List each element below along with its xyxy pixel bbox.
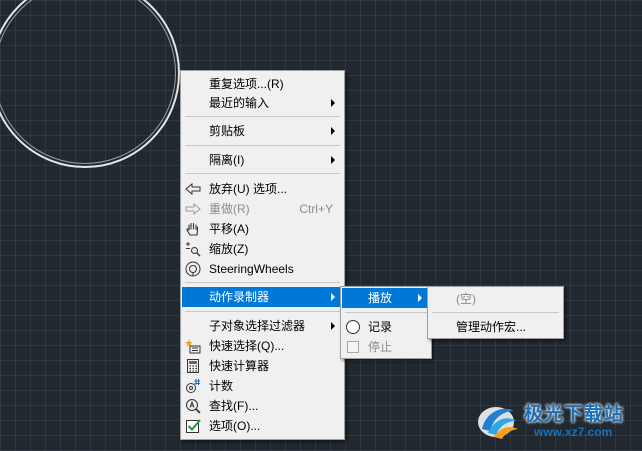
menu-item-label: 快速选择(Q)...	[209, 339, 285, 353]
menu-item-label: 缩放(Z)	[209, 242, 249, 256]
watermark-title: 极光下载站	[524, 403, 625, 425]
quick-select-icon	[185, 338, 201, 354]
menu-separator	[185, 282, 340, 283]
menu-item-label: 重复选项...(R)	[209, 77, 284, 91]
menu-separator	[345, 312, 427, 313]
menu-item-repeat-options[interactable]: 重复选项...(R)	[182, 74, 343, 94]
menu-item-label: 快速计算器	[209, 359, 270, 373]
menu-item-zoom[interactable]: 缩放(Z)	[182, 239, 343, 259]
action-recorder-submenu: 播放 记录 停止	[340, 286, 432, 359]
menu-item-label: 选项(O)...	[209, 419, 261, 433]
drawing-circle[interactable]	[0, 0, 180, 168]
menu-item-label: SteeringWheels	[209, 262, 294, 276]
menu-item-pan[interactable]: 平移(A)	[182, 219, 343, 239]
menu-item-label: 计数	[209, 379, 234, 393]
menu-item-action-recorder[interactable]: 动作录制器	[182, 287, 343, 307]
menu-item-label: 查找(F)...	[209, 399, 259, 413]
stop-square-icon	[345, 339, 361, 355]
menu-item-label: 放弃(U) 选项...	[209, 182, 287, 196]
aurora-logo-icon	[478, 407, 518, 439]
watermark: 极光下载站 www.xz7.com	[474, 397, 636, 445]
menu-item-shortcut: Ctrl+Y	[299, 202, 333, 216]
undo-arrow-icon	[185, 181, 201, 197]
calculator-icon	[185, 358, 201, 374]
submenu-arrow-icon	[331, 293, 335, 301]
menu-item-label: 平移(A)	[209, 222, 249, 236]
menu-item-stop[interactable]: 停止	[342, 337, 430, 357]
menu-item-label: 重做(R)	[209, 202, 250, 216]
menu-item-label: 记录	[368, 320, 393, 334]
menu-item-subobject-filter[interactable]: 子对象选择过滤器	[182, 316, 343, 336]
menu-item-quick-select[interactable]: 快速选择(Q)...	[182, 336, 343, 356]
menu-item-undo[interactable]: 放弃(U) 选项...	[182, 179, 343, 199]
count-icon	[185, 378, 201, 394]
steering-wheel-icon	[185, 261, 201, 277]
menu-separator	[185, 173, 340, 174]
menu-item-redo[interactable]: 重做(R) Ctrl+Y	[182, 199, 343, 219]
submenu-arrow-icon	[331, 127, 335, 135]
menu-item-steeringwheels[interactable]: SteeringWheels	[182, 259, 343, 279]
hand-pan-icon	[185, 221, 201, 237]
menu-item-empty[interactable]: (空)	[429, 289, 562, 309]
menu-item-label: 子对象选择过滤器	[209, 319, 306, 333]
menu-item-label: 隔离(I)	[209, 153, 245, 167]
menu-item-label: 管理动作宏...	[456, 320, 527, 334]
menu-item-play[interactable]: 播放	[342, 288, 430, 308]
menu-item-label: (空)	[456, 292, 476, 306]
submenu-arrow-icon	[418, 294, 422, 302]
submenu-arrow-icon	[331, 156, 335, 164]
menu-item-label: 动作录制器	[209, 290, 270, 304]
menu-item-label: 剪贴板	[209, 124, 246, 138]
checkbox-checked-icon	[185, 418, 201, 434]
watermark-url: www.xz7.com	[534, 425, 613, 439]
menu-item-manage-macros[interactable]: 管理动作宏...	[429, 317, 562, 337]
macro-submenu: (空) 管理动作宏...	[427, 286, 564, 339]
menu-item-label: 停止	[368, 340, 393, 354]
menu-item-options[interactable]: 选项(O)...	[182, 416, 343, 436]
submenu-arrow-icon	[331, 99, 335, 107]
submenu-arrow-icon	[331, 322, 335, 330]
menu-item-record[interactable]: 记录	[342, 317, 430, 337]
menu-separator	[185, 145, 340, 146]
redo-arrow-icon	[185, 201, 201, 217]
menu-item-label: 播放	[368, 291, 393, 305]
context-menu: 重复选项...(R) 最近的输入 剪贴板 隔离(I) 放弃(U) 选项... 重…	[180, 70, 345, 440]
menu-item-clipboard[interactable]: 剪贴板	[182, 121, 343, 141]
menu-item-isolate[interactable]: 隔离(I)	[182, 150, 343, 170]
menu-item-count[interactable]: 计数	[182, 376, 343, 396]
menu-item-recent-input[interactable]: 最近的输入	[182, 93, 343, 113]
zoom-magnifier-icon	[185, 241, 201, 257]
menu-item-find[interactable]: 查找(F)...	[182, 396, 343, 416]
find-text-icon	[185, 398, 201, 414]
menu-separator	[185, 311, 340, 312]
menu-separator	[432, 312, 559, 313]
record-circle-icon	[345, 319, 361, 335]
menu-separator	[185, 116, 340, 117]
menu-item-label: 最近的输入	[209, 96, 270, 110]
menu-item-quick-calc[interactable]: 快速计算器	[182, 356, 343, 376]
